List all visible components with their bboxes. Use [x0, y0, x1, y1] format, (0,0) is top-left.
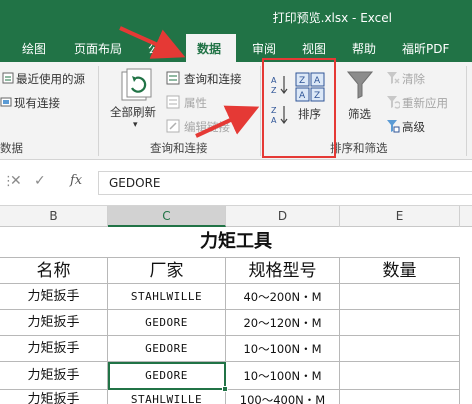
- table-cell-qty[interactable]: [340, 310, 460, 336]
- recent-sources-button[interactable]: 最近使用的源: [16, 71, 85, 87]
- filter-funnel-icon: [346, 71, 374, 99]
- table-cell-name[interactable]: 力矩扳手: [0, 336, 108, 362]
- formula-input[interactable]: GEDORE: [98, 171, 472, 195]
- sheet-title[interactable]: 力矩工具: [0, 227, 472, 257]
- table-cell-spec[interactable]: 10～100N・M: [226, 362, 340, 390]
- refresh-icon: [121, 68, 152, 101]
- fill-handle[interactable]: [222, 386, 228, 392]
- header-cell-name[interactable]: 名称: [0, 257, 108, 284]
- ribbon-data: 最近使用的源 现有连接 数据 全部刷新 ▾ 查询和连接 属性 编辑链接 查询和连…: [0, 58, 472, 160]
- header-cell-spec[interactable]: 规格型号: [226, 257, 340, 284]
- table-cell-name[interactable]: 力矩扳手: [0, 310, 108, 336]
- confirm-icon[interactable]: ✓: [34, 173, 46, 189]
- properties-icon: [166, 95, 180, 109]
- group-separator: [466, 66, 467, 156]
- tab-foxit-pdf[interactable]: 福昕PDF: [402, 40, 449, 57]
- column-header-b[interactable]: B: [0, 206, 108, 227]
- worksheet-grid[interactable]: B C D E 力矩工具 名称 厂家 规格型号 数量 力矩扳手 STAHLWIL…: [0, 206, 472, 404]
- clear-button[interactable]: 清除: [402, 71, 425, 87]
- tab-help[interactable]: 帮助: [352, 40, 376, 57]
- group-separator: [260, 66, 261, 156]
- column-headers: B C D E: [0, 206, 472, 227]
- column-header-c[interactable]: C: [108, 206, 226, 227]
- tab-page-layout[interactable]: 页面布局: [74, 40, 122, 57]
- edit-links-button[interactable]: 编辑链接: [184, 119, 230, 135]
- insert-function-icon[interactable]: fx: [70, 173, 82, 188]
- group-label-queries: 查询和连接: [150, 141, 208, 155]
- ribbon-tabs: 绘图 页面布局 公 数据 审阅 视图 帮助 福昕PDF: [0, 34, 472, 62]
- table-cell-name[interactable]: 力矩扳手: [0, 284, 108, 310]
- title-bar: 打印预览.xlsx - Excel: [0, 0, 472, 34]
- tab-formulas[interactable]: 公: [148, 40, 160, 57]
- tab-data[interactable]: 数据: [186, 34, 236, 62]
- existing-connections-button[interactable]: 现有连接: [14, 95, 60, 111]
- window-title: 打印预览.xlsx - Excel: [272, 11, 392, 25]
- recent-sources-icon: [2, 72, 14, 84]
- tab-data-label: 数据: [197, 42, 222, 56]
- cancel-icon[interactable]: ✕: [10, 173, 22, 189]
- table-cell-name[interactable]: 力矩扳手: [0, 362, 108, 390]
- column-header-e[interactable]: E: [340, 206, 460, 227]
- properties-button[interactable]: 属性: [184, 95, 207, 111]
- formula-bar: ⋮ ✕ ✓ fx GEDORE: [0, 160, 472, 206]
- tab-review[interactable]: 审阅: [252, 40, 276, 57]
- reapply-button[interactable]: 重新应用: [402, 95, 448, 111]
- existing-connections-icon: [0, 97, 12, 107]
- group-label-sort-filter: 排序和筛选: [330, 141, 388, 155]
- queries-connections-icon: [166, 71, 180, 85]
- sort-highlight-box: [262, 58, 336, 158]
- table-cell-qty[interactable]: [340, 336, 460, 362]
- table-cell-name[interactable]: 力矩扳手: [0, 390, 108, 404]
- filter-button[interactable]: 筛选: [348, 106, 371, 122]
- table-cell-maker[interactable]: GEDORE: [108, 310, 226, 336]
- group-label-get-data: 数据: [0, 141, 23, 155]
- advanced-button[interactable]: 高级: [402, 119, 425, 135]
- header-cell-maker[interactable]: 厂家: [108, 257, 226, 284]
- tab-draw[interactable]: 绘图: [22, 40, 46, 57]
- advanced-filter-icon: [387, 120, 400, 133]
- formula-input-value: GEDORE: [109, 176, 161, 190]
- table-cell-spec[interactable]: 100～400N・M: [226, 390, 340, 404]
- column-header-d[interactable]: D: [226, 206, 340, 227]
- table-cell-maker[interactable]: STAHLWILLE: [108, 284, 226, 310]
- clear-filter-icon: [387, 72, 400, 84]
- table-cell-qty[interactable]: [340, 284, 460, 310]
- refresh-dropdown-icon[interactable]: ▾: [133, 120, 138, 130]
- tab-view[interactable]: 视图: [302, 40, 326, 57]
- table-cell-qty[interactable]: [340, 390, 460, 404]
- group-separator: [98, 66, 99, 156]
- table-cell-maker[interactable]: GEDORE: [108, 336, 226, 362]
- queries-connections-button[interactable]: 查询和连接: [184, 71, 242, 87]
- reapply-icon: [387, 96, 400, 109]
- table-cell-maker-active[interactable]: GEDORE: [108, 362, 226, 390]
- table-cell-spec[interactable]: 40～200N・M: [226, 284, 340, 310]
- refresh-all-button[interactable]: 全部刷新: [110, 104, 156, 120]
- table-cell-qty[interactable]: [340, 362, 460, 390]
- header-cell-qty[interactable]: 数量: [340, 257, 460, 284]
- edit-links-icon: [166, 119, 180, 133]
- table-cell-maker[interactable]: STAHLWILLE: [108, 390, 226, 404]
- table-cell-spec[interactable]: 20～120N・M: [226, 310, 340, 336]
- table-cell-spec[interactable]: 10～100N・M: [226, 336, 340, 362]
